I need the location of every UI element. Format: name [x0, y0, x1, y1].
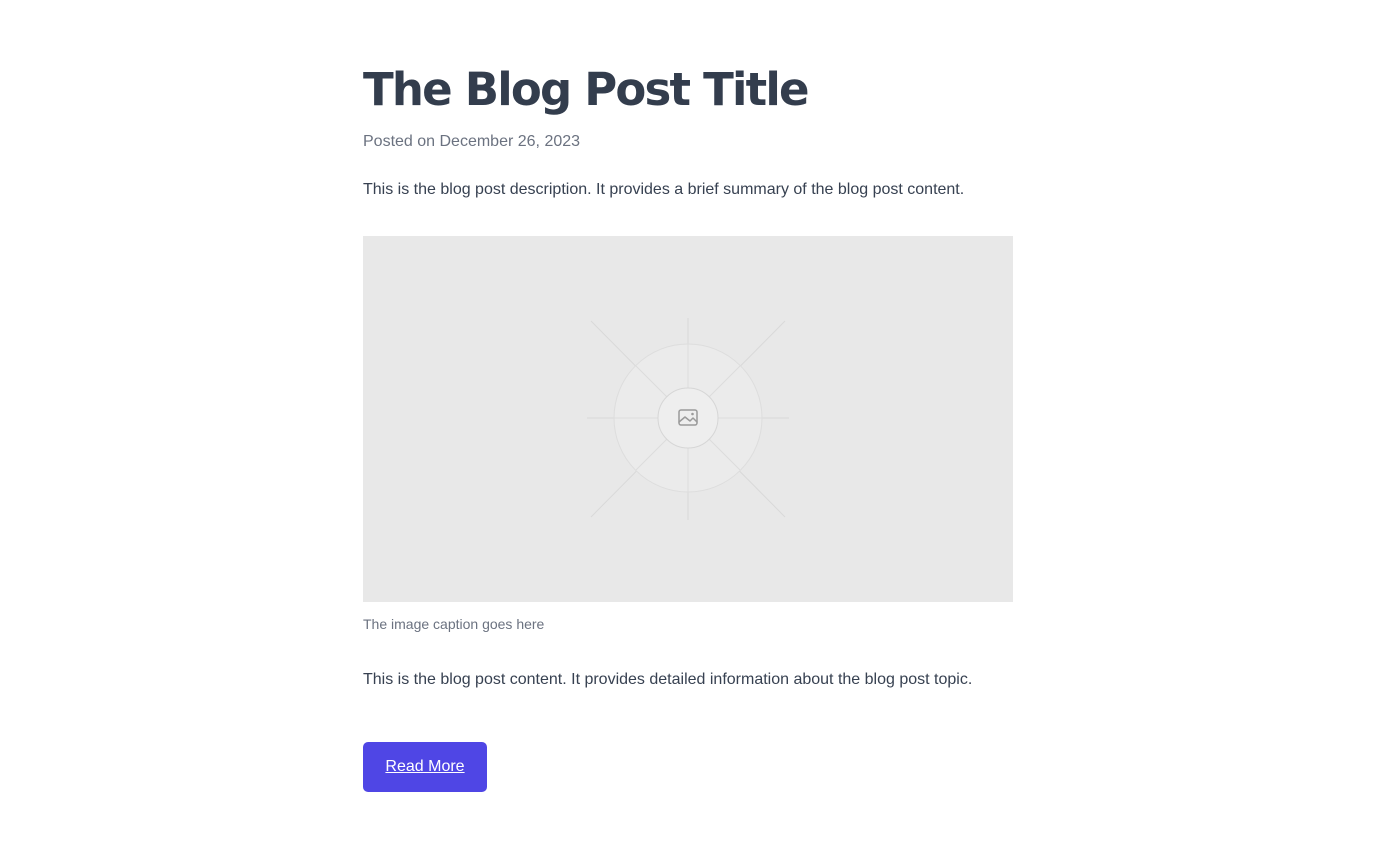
- post-date: Posted on December 26, 2023: [363, 133, 581, 150]
- placeholder-inner-circle: [657, 387, 719, 449]
- post-description: This is the blog post description. It pr…: [363, 181, 965, 198]
- image-caption: The image caption goes here: [363, 616, 545, 632]
- image-placeholder-graphic: [587, 318, 789, 520]
- read-more-button[interactable]: Read More: [363, 742, 487, 792]
- post-content: This is the blog post content. It provid…: [363, 671, 973, 688]
- post-title: The Blog Post Title: [363, 63, 809, 116]
- post-image-placeholder: [363, 236, 1013, 602]
